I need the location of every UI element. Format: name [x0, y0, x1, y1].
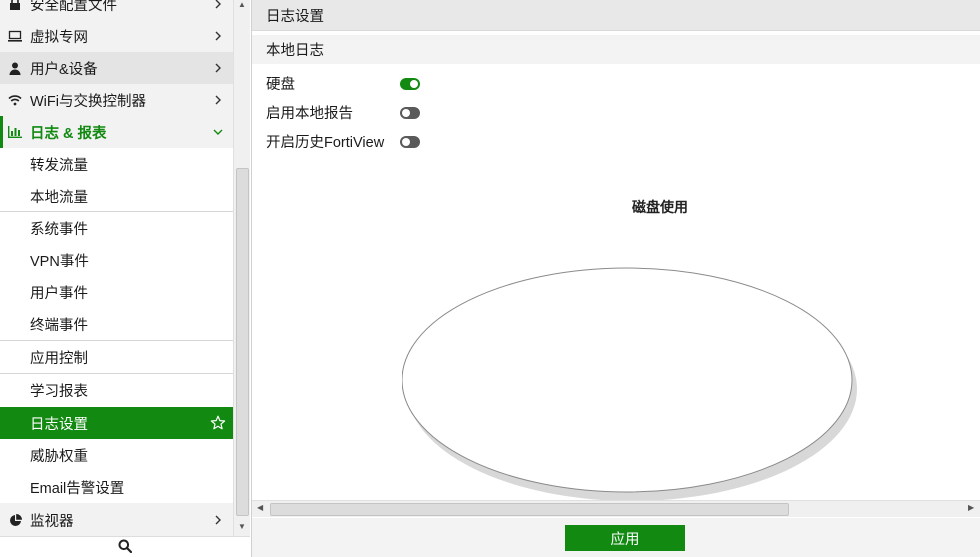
- sidebar-item-label: 监视器: [30, 513, 74, 530]
- sidebar-subitem-label: 学习报表: [30, 384, 88, 400]
- chevron-right-icon: [211, 513, 225, 527]
- sidebar-subitem-log-settings[interactable]: 日志设置: [0, 407, 233, 439]
- sidebar-subitem-email-alert[interactable]: Email告警设置: [0, 471, 233, 503]
- monitor-icon: [8, 29, 22, 43]
- horizontal-scrollbar[interactable]: ◀ ▶: [252, 500, 980, 517]
- setting-label: 开启历史FortiView: [266, 134, 385, 151]
- main-content: 日志设置 本地日志 硬盘 启用本地报告 开启历史FortiView 磁盘使用 ◀…: [251, 0, 980, 557]
- horizontal-scroll-thumb[interactable]: [270, 503, 789, 516]
- sidebar-subitem-label: 日志设置: [30, 416, 88, 433]
- apply-button[interactable]: 应用: [565, 525, 685, 551]
- sidebar-subitem-label: 威胁权重: [30, 448, 88, 465]
- sidebar-subitem-label: Email告警设置: [30, 480, 125, 497]
- chevron-right-icon: [211, 0, 225, 11]
- chevron-right-icon: [211, 61, 225, 75]
- scroll-left-arrow-icon[interactable]: ◀: [257, 503, 263, 512]
- setting-row-historical-fortiview: 开启历史FortiView: [266, 130, 384, 152]
- sidebar-subitem-learning-report[interactable]: 学习报表: [0, 373, 233, 407]
- sidebar-subitem-label: 系统事件: [30, 221, 88, 238]
- sidebar-subitem-local-traffic[interactable]: 本地流量: [0, 180, 233, 212]
- sidebar-subitem-label: 转发流量: [30, 157, 88, 174]
- sidebar-subitem-label: 应用控制: [30, 350, 88, 367]
- sidebar: 安全配置文件 虚拟专网 用户&设备 WiFi与交换控制器 日志 & 报表 转发流…: [0, 0, 233, 536]
- sidebar-scroll-thumb[interactable]: [236, 168, 249, 516]
- sidebar-item-wifi-switch[interactable]: WiFi与交换控制器: [0, 84, 233, 116]
- pie-chart-icon: [8, 513, 22, 527]
- sidebar-item-label: WiFi与交换控制器: [30, 93, 146, 110]
- local-report-toggle[interactable]: [400, 107, 420, 119]
- sidebar-item-label: 日志 & 报表: [30, 125, 107, 142]
- historical-fortiview-toggle[interactable]: [400, 136, 420, 148]
- page-title: 日志设置: [252, 0, 980, 31]
- sidebar-item-security-profiles[interactable]: 安全配置文件: [0, 0, 233, 20]
- sidebar-item-label: 虚拟专网: [30, 29, 88, 46]
- sidebar-subitem-label: 本地流量: [30, 189, 88, 206]
- chart-title: 磁盘使用: [632, 199, 688, 215]
- sidebar-subitem-label: 用户事件: [30, 285, 88, 302]
- sidebar-subitem-user-events[interactable]: 用户事件: [0, 276, 233, 308]
- user-icon: [8, 61, 22, 75]
- chevron-down-icon: [211, 125, 225, 139]
- setting-row-local-report: 启用本地报告: [266, 101, 353, 123]
- sidebar-search-bar[interactable]: [0, 536, 250, 557]
- star-icon[interactable]: [209, 414, 227, 432]
- sidebar-item-label: 用户&设备: [30, 61, 98, 78]
- wifi-icon: [8, 93, 22, 107]
- footer-bar: 应用: [252, 518, 980, 557]
- section-title: 本地日志: [252, 35, 980, 64]
- sidebar-subitem-label: 终端事件: [30, 317, 88, 334]
- setting-row-disk: 硬盘: [266, 72, 295, 94]
- sidebar-scrollbar[interactable]: ▲ ▼: [233, 0, 250, 536]
- sidebar-item-label: 安全配置文件: [30, 0, 117, 14]
- setting-label: 启用本地报告: [266, 105, 353, 122]
- pie-slice: [402, 267, 853, 493]
- disk-usage-pie-chart: [402, 267, 857, 500]
- sidebar-subitem-system-events[interactable]: 系统事件: [0, 211, 233, 244]
- search-icon[interactable]: [118, 539, 133, 556]
- sidebar-subitem-endpoint-events[interactable]: 终端事件: [0, 308, 233, 340]
- sidebar-subitem-threat-weight[interactable]: 威胁权重: [0, 439, 233, 471]
- disk-toggle[interactable]: [400, 78, 420, 90]
- sidebar-subitem-label: VPN事件: [30, 253, 89, 270]
- sidebar-item-user-device[interactable]: 用户&设备: [0, 52, 233, 84]
- sidebar-item-vpn[interactable]: 虚拟专网: [0, 20, 233, 52]
- scroll-right-arrow-icon[interactable]: ▶: [968, 503, 974, 512]
- sidebar-item-monitor[interactable]: 监视器: [0, 504, 233, 536]
- chevron-right-icon: [211, 29, 225, 43]
- sidebar-subitem-forward-traffic[interactable]: 转发流量: [0, 148, 233, 180]
- setting-label: 硬盘: [266, 76, 295, 93]
- scroll-up-arrow-icon[interactable]: ▲: [238, 0, 246, 9]
- scroll-down-arrow-icon[interactable]: ▼: [238, 522, 246, 531]
- sidebar-item-log-report[interactable]: 日志 & 报表: [0, 116, 233, 148]
- bar-chart-icon: [8, 125, 22, 139]
- sidebar-subitem-vpn-events[interactable]: VPN事件: [0, 244, 233, 276]
- sidebar-subitem-app-control[interactable]: 应用控制: [0, 340, 233, 373]
- chevron-right-icon: [211, 93, 225, 107]
- lock-icon: [8, 0, 22, 11]
